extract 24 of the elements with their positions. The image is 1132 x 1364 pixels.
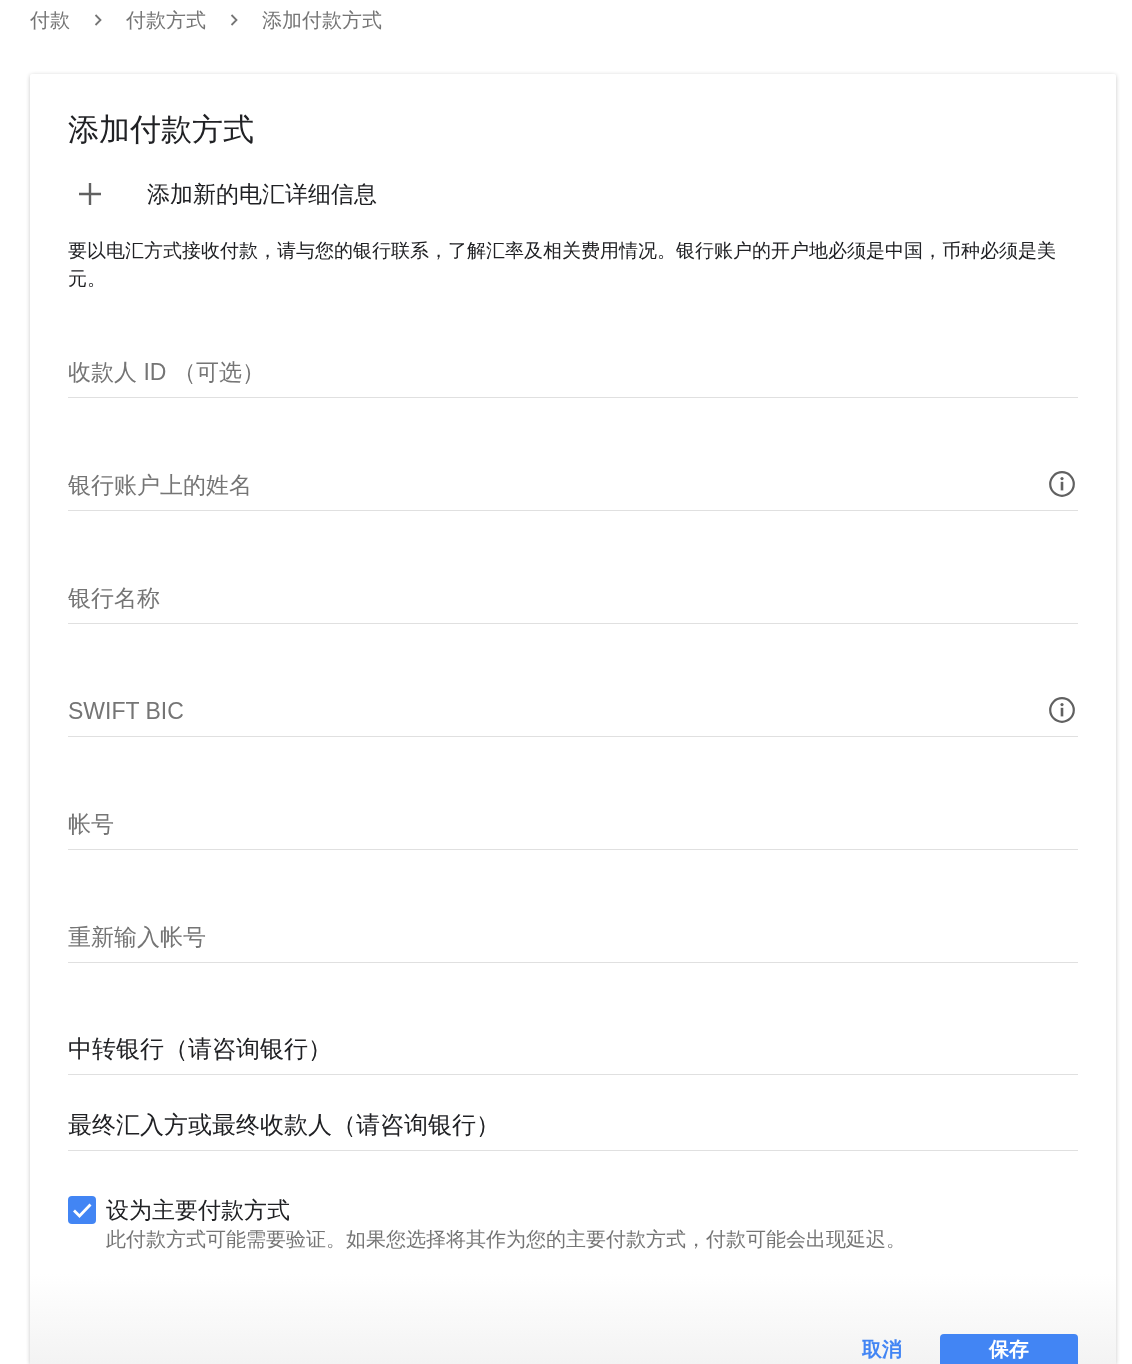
chevron-right-icon — [230, 14, 238, 26]
add-wire-details-link[interactable]: 添加新的电汇详细信息 — [147, 178, 377, 210]
info-icon[interactable] — [1049, 697, 1075, 723]
collapsible-section[interactable]: 最终汇入方或最终收款人（请咨询银行） — [68, 1075, 1078, 1151]
checkbox-note: 此付款方式可能需要验证。如果您选择将其作为您的主要付款方式，付款可能会出现延迟。 — [106, 1227, 906, 1252]
input-field[interactable]: SWIFT BIC — [68, 696, 1078, 737]
input-field[interactable]: 银行名称 — [68, 583, 1078, 624]
breadcrumb-link[interactable]: 添加付款方式 — [262, 7, 382, 33]
save-button[interactable]: 保存 — [940, 1334, 1078, 1364]
chevron-right-icon — [94, 14, 102, 26]
description-text: 要以电汇方式接收付款，请与您的银行联系，了解汇率及相关费用情况。银行账户的开户地必须是中国，币种必须是美元。 — [68, 239, 1057, 291]
card-title: 添加付款方式 — [68, 111, 255, 149]
input-field[interactable]: 帐号 — [68, 809, 1078, 850]
breadcrumb-link[interactable]: 付款 — [30, 7, 70, 33]
checkbox-label: 设为主要付款方式 — [106, 1196, 290, 1224]
collapsible-section[interactable]: 中转银行（请咨询银行） — [68, 1034, 1078, 1075]
checkbox[interactable] — [68, 1196, 96, 1224]
input-field[interactable]: 银行账户上的姓名 — [68, 470, 1078, 511]
plus-icon[interactable] — [79, 183, 101, 205]
input-field[interactable]: 收款人 ID （可选） — [68, 357, 1078, 398]
input-field[interactable]: 重新输入帐号 — [68, 922, 1078, 963]
cancel-button[interactable]: 取消 — [854, 1334, 910, 1364]
info-icon[interactable] — [1049, 471, 1075, 497]
breadcrumb-link[interactable]: 付款方式 — [126, 7, 206, 33]
